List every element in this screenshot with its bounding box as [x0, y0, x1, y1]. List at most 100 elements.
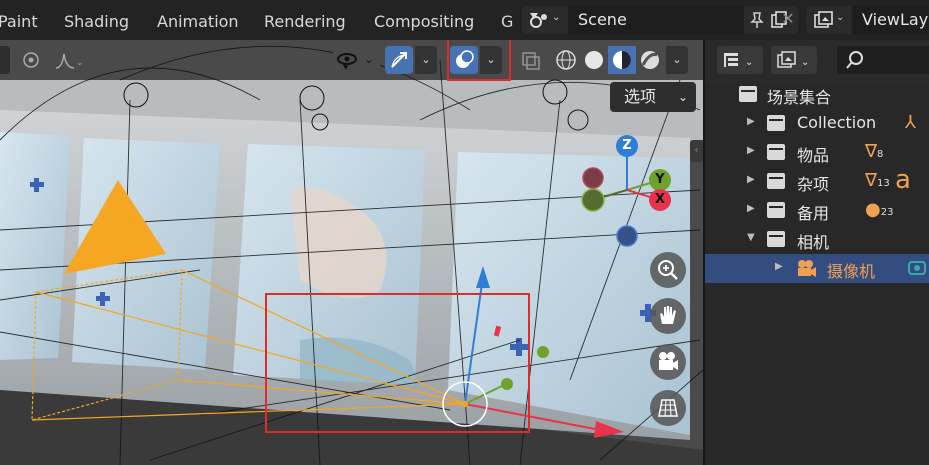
grid-icon: [658, 399, 678, 417]
falloff-curve-icon: ⌄: [55, 53, 84, 69]
expand-arrow-icon[interactable]: ▶: [747, 203, 755, 214]
outliner-tree-icon: ⌄: [724, 53, 753, 68]
view-layer-name-field[interactable]: ViewLay: [852, 6, 929, 34]
outliner-search-input[interactable]: [837, 46, 929, 74]
row-label: 物品: [797, 146, 830, 165]
camera-icon: [659, 352, 678, 370]
workspace-tab-bar: Paint Shading Animation Rendering Compos…: [0, 0, 929, 40]
hand-icon: [660, 306, 676, 324]
options-dropdown[interactable]: 选项 ⌄: [610, 82, 696, 112]
camera-data-icon: [908, 261, 926, 275]
mesh-filter-icon: ∇13: [865, 170, 890, 191]
falloff-button[interactable]: ⌄: [48, 46, 88, 74]
scene-selector[interactable]: ⌄ Scene ✕: [522, 6, 798, 34]
outliner-panel: ⌄ ⌄ 场景集合 ▶ Collection ⅄ ▶ 物品 ∇8 ▶ 杂项 ∇13…: [703, 40, 929, 465]
material-sphere-icon: [613, 51, 631, 69]
view-layer-selector[interactable]: ⌄ ViewLay: [806, 6, 929, 34]
mesh-filter-icon: ∇8: [865, 141, 884, 162]
tab-compositing[interactable]: Compositing: [374, 12, 474, 31]
tab-more[interactable]: G: [501, 12, 513, 31]
axis-y-button[interactable]: Y: [649, 169, 671, 191]
chevron-down-icon[interactable]: ⌄: [666, 46, 688, 74]
view-layer-icon: [814, 11, 833, 28]
collection-icon: [767, 144, 785, 160]
xray-icon: [522, 52, 540, 70]
wireframe-sphere-icon: [556, 50, 576, 70]
tab-shading[interactable]: Shading: [64, 12, 129, 31]
outliner-row-spare[interactable]: ▶ 备用 ●23: [705, 196, 929, 225]
collapse-arrow-icon[interactable]: ▼: [747, 232, 755, 243]
outliner-row-scene-collection[interactable]: 场景集合: [705, 80, 929, 109]
zoom-icon: [658, 260, 678, 280]
chevron-down-icon: ⌄: [677, 90, 688, 104]
visibility-button[interactable]: [333, 46, 361, 74]
tab-animation[interactable]: Animation: [157, 12, 239, 31]
material-preview-button[interactable]: [608, 46, 636, 74]
menu-button[interactable]: [0, 46, 10, 74]
camera-view-button[interactable]: [650, 344, 686, 380]
expand-arrow-icon[interactable]: ▶: [747, 174, 755, 185]
chevron-down-icon: ⌄: [836, 12, 845, 23]
rendered-shading-button[interactable]: [636, 46, 664, 74]
scene-name-field[interactable]: Scene: [568, 6, 744, 34]
text-object-icon: a: [895, 165, 911, 195]
proportional-editing-button[interactable]: [16, 46, 46, 74]
pin-icon[interactable]: [748, 11, 766, 29]
row-label: Collection: [797, 113, 877, 132]
chevron-down-icon[interactable]: ⌄: [358, 46, 380, 74]
camera-highlight-box: [265, 293, 530, 433]
tab-rendering[interactable]: Rendering: [264, 12, 346, 31]
ortho-toggle-button[interactable]: [650, 390, 686, 426]
3d-viewport[interactable]: Z Y X ⌄ ⌄ ⌄ ⌄ ⌄ 选项 ⌄ ‹: [0, 40, 703, 465]
row-label: 杂项: [797, 175, 830, 194]
gizmo-icon: [391, 52, 407, 68]
item-count: 8: [877, 149, 884, 160]
object-type-icon: ⅄: [905, 112, 916, 133]
collection-icon: [739, 86, 757, 102]
options-label: 选项: [624, 87, 657, 106]
camera-object-icon: [798, 260, 816, 277]
outliner-row-camera-object[interactable]: ▶ 摄像机: [705, 254, 929, 283]
display-mode-button[interactable]: ⌄: [717, 46, 763, 74]
tab-paint[interactable]: Paint: [0, 12, 38, 31]
wireframe-shading-button[interactable]: [552, 46, 580, 74]
collection-icon: [767, 202, 785, 218]
overlays-highlight-box: [447, 40, 511, 81]
expand-arrow-icon[interactable]: ▶: [747, 145, 755, 156]
outliner-row-items[interactable]: ▶ 物品 ∇8: [705, 138, 929, 167]
eye-cursor-icon: [337, 53, 357, 70]
axis-z-button[interactable]: Z: [616, 135, 638, 157]
rendered-sphere-icon: [641, 51, 659, 69]
close-icon[interactable]: ✕: [778, 9, 798, 28]
outliner-header: ⌄ ⌄: [705, 40, 929, 82]
scene-icon: [530, 13, 547, 28]
collection-icon: [767, 231, 785, 247]
zoom-button[interactable]: [650, 252, 686, 288]
view-layer-filter-icon: ⌄: [777, 51, 809, 68]
expand-arrow-icon[interactable]: ▶: [775, 261, 783, 272]
pan-button[interactable]: [650, 298, 686, 334]
filter-button[interactable]: ⌄: [771, 46, 817, 74]
solid-shading-button[interactable]: [580, 46, 608, 74]
outliner-row-collection[interactable]: ▶ Collection ⅄: [705, 109, 929, 138]
row-label: 备用: [797, 204, 830, 223]
svg-text:⌄: ⌄: [76, 58, 84, 68]
viewport-header: ⌄ ⌄ ⌄ ⌄ ⌄: [0, 40, 703, 82]
svg-text:⌄: ⌄: [801, 57, 809, 68]
chevron-down-icon[interactable]: ⌄: [415, 46, 437, 74]
outliner-row-misc[interactable]: ▶ 杂项 ∇13 a: [705, 165, 929, 196]
gizmo-toggle-button[interactable]: [385, 46, 413, 74]
blender-window: Paint Shading Animation Rendering Compos…: [0, 0, 929, 465]
outliner-row-cameras[interactable]: ▼ 相机: [705, 225, 929, 254]
expand-arrow-icon[interactable]: ▶: [747, 116, 755, 127]
row-label: 摄像机: [827, 262, 876, 281]
sidebar-toggle-tab[interactable]: ‹: [690, 140, 703, 162]
solid-sphere-icon: [585, 51, 603, 69]
item-count: 13: [877, 178, 890, 189]
chevron-down-icon: ⌄: [552, 12, 561, 23]
axis-x-button[interactable]: X: [649, 189, 671, 211]
light-object-icon: ●23: [865, 199, 894, 220]
xray-toggle-button[interactable]: [514, 46, 548, 74]
collection-icon: [767, 115, 785, 131]
item-count: 23: [880, 207, 894, 218]
